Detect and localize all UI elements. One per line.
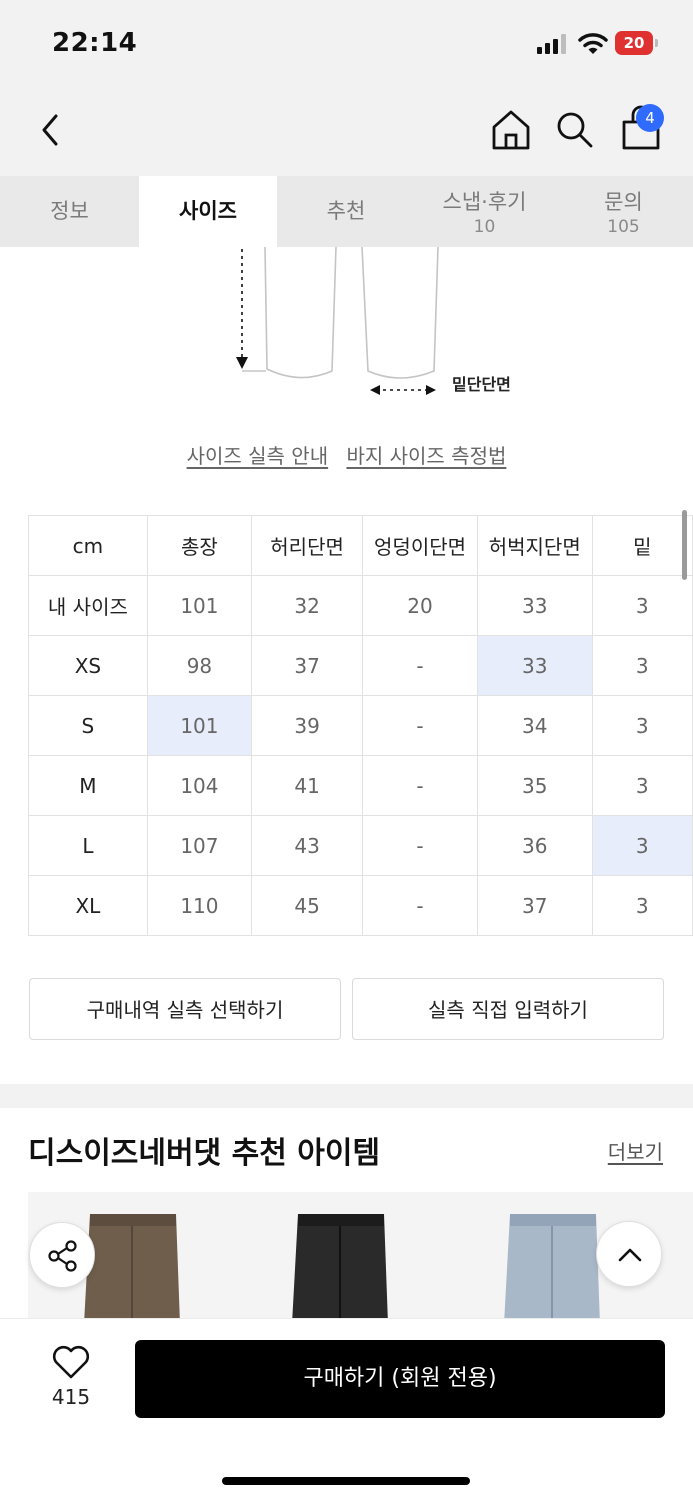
tab-count: 105 [607,217,640,237]
size-table: cm 총장 허리단면 엉덩이단면 허벅지단면 밑 내 사이즈 101 32 20… [28,515,693,936]
column-header: 허벅지단면 [476,515,593,576]
row-label: XS [28,635,148,696]
table-cell: 104 [146,755,253,816]
row-label: S [28,695,148,756]
column-header: 총장 [146,515,253,576]
tab-inquiry[interactable]: 문의 105 [554,176,693,247]
scroll-to-top-button[interactable] [596,1221,662,1287]
direct-input-button[interactable]: 실측 직접 입력하기 [352,978,664,1040]
status-time: 22:14 [52,28,138,58]
like-count: 415 [51,1385,91,1409]
row-label: XL [28,875,148,936]
search-icon[interactable] [555,110,595,150]
wifi-icon [578,33,608,54]
table-cell: 3 [591,635,693,696]
share-icon [48,1240,77,1272]
see-more-link[interactable]: 더보기 [608,1136,663,1165]
tab-label: 스냅·후기 [442,190,527,214]
product-thumbnail-brown-pants[interactable] [82,1214,182,1322]
recommend-section-title: 디스이즈네버댓 추천 아이템 [28,1136,381,1171]
column-header: cm [28,515,148,576]
select-purchase-history-button[interactable]: 구매내역 실측 선택하기 [29,978,341,1040]
top-header: 22:14 20 4 [0,0,693,176]
tab-size[interactable]: 사이즈 [139,176,277,247]
table-cell-match: 3 [591,815,693,876]
table-cell: 20 [362,575,478,636]
product-thumbnail-light-denim-pants[interactable] [502,1214,602,1322]
column-header: 허리단면 [251,515,364,576]
table-cell: 43 [251,815,364,876]
row-label: L [28,815,148,876]
table-cell: 37 [251,635,364,696]
cellular-signal-icon [537,34,566,54]
table-row: XL 110 45 - 37 3 [28,875,693,936]
table-cell: 3 [591,875,693,936]
back-arrow-icon[interactable] [34,110,68,150]
product-thumbnail-black-pants[interactable] [290,1214,390,1322]
tab-count: 10 [473,217,496,237]
row-label: 내 사이즈 [28,575,148,636]
table-cell-match: 101 [146,695,253,756]
table-horizontal-scrollbar[interactable] [682,510,687,580]
table-cell: 37 [476,875,593,936]
home-indicator [222,1477,470,1485]
column-header: 엉덩이단면 [362,515,478,576]
table-cell: 41 [251,755,364,816]
section-divider [0,1084,693,1108]
tab-recommend[interactable]: 추천 [277,176,415,247]
table-row: S 101 39 - 34 3 [28,695,693,756]
recommend-carousel [28,1192,693,1322]
table-cell-match: 33 [476,635,593,696]
table-row: M 104 41 - 35 3 [28,755,693,816]
size-table-container[interactable]: cm 총장 허리단면 엉덩이단면 허벅지단면 밑 내 사이즈 101 32 20… [28,515,693,940]
column-header: 밑 [591,515,693,576]
table-cell: 107 [146,815,253,876]
tab-info[interactable]: 정보 [0,176,139,247]
table-cell: 35 [476,755,593,816]
table-cell: 39 [251,695,364,756]
home-icon[interactable] [490,108,532,152]
table-cell: 3 [591,695,693,756]
buy-button[interactable]: 구매하기 (회원 전용) [135,1340,665,1418]
table-cell: 33 [476,575,593,636]
table-cell: - [362,875,478,936]
table-cell: 32 [251,575,364,636]
table-cell: - [362,755,478,816]
table-cell: - [362,815,478,876]
tab-snap-review[interactable]: 스냅·후기 10 [415,176,554,247]
product-tabs: 정보 사이즈 추천 스냅·후기 10 문의 105 [0,176,693,247]
table-cell: 101 [146,575,253,636]
table-cell: 98 [146,635,253,696]
table-row: L 107 43 - 36 3 [28,815,693,876]
tab-label: 문의 [604,190,643,214]
table-row-my-size: 내 사이즈 101 32 20 33 3 [28,575,693,636]
table-cell: - [362,635,478,696]
table-cell: 110 [146,875,253,936]
table-cell: 45 [251,875,364,936]
pants-measure-method-link[interactable]: 바지 사이즈 측정법 [346,444,506,468]
share-button[interactable] [29,1222,95,1288]
table-cell: 3 [591,575,693,636]
tab-label: 정보 [50,199,89,223]
row-label: M [28,755,148,816]
tab-label: 추천 [326,199,366,223]
table-row: XS 98 37 - 33 3 [28,635,693,696]
tab-label: 사이즈 [179,199,237,223]
size-guide-links: 사이즈 실측 안내 바지 사이즈 측정법 [0,440,693,469]
table-cell: 3 [591,755,693,816]
heart-icon [52,1345,90,1379]
table-cell: 36 [476,815,593,876]
cart-count-badge: 4 [636,104,664,132]
battery-indicator: 20 [615,31,659,57]
chevron-up-icon [618,1248,642,1262]
battery-level: 20 [623,34,645,52]
hem-width-label: 밑단단면 [452,375,511,394]
size-measure-guide-link[interactable]: 사이즈 실측 안내 [187,444,329,468]
table-header-row: cm 총장 허리단면 엉덩이단면 허벅지단면 밑 [28,515,693,576]
table-cell: - [362,695,478,756]
table-cell: 34 [476,695,593,756]
